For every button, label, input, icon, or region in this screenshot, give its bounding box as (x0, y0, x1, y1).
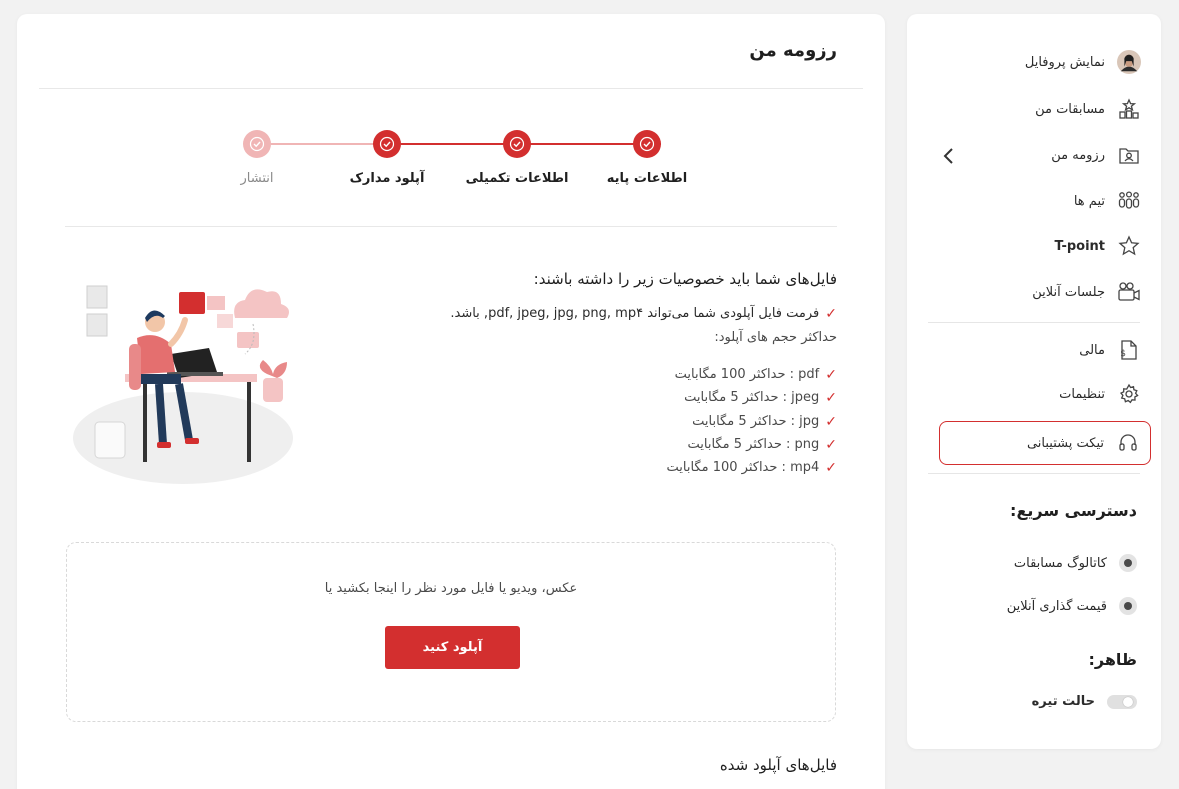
competition-icon (1117, 97, 1141, 121)
stepper-divider (65, 226, 837, 227)
check-icon: ✓ (825, 389, 837, 406)
sidebar-item-label: نمایش پروفایل (1024, 54, 1105, 70)
step-1-check-icon (633, 130, 661, 158)
star-icon (1117, 234, 1141, 258)
upload-button[interactable]: آپلود کنید (385, 626, 520, 669)
appearance-title: ظاهر: (1088, 650, 1137, 669)
requirements-heading: فایل‌های شما باید خصوصیات زیر را داشته ب… (533, 270, 837, 288)
check-icon: ✓ (825, 305, 837, 322)
page-title: رزومه من (749, 40, 837, 61)
quick-access-title: دسترسی سریع: (1010, 501, 1137, 520)
sidebar-item-competitions[interactable]: مسابقات من (939, 89, 1151, 129)
size-limit-item: ✓ png : حداکثر 5 مگابایت (687, 437, 837, 452)
headset-icon (1116, 431, 1140, 455)
dark-mode-toggle[interactable] (1107, 694, 1137, 709)
step-1-label: اطلاعات پایه (606, 171, 688, 186)
size-limit-text: jpeg : حداکثر 5 مگابایت (684, 390, 820, 405)
step-2-label: اطلاعات تکمیلی (465, 171, 569, 186)
size-limits-heading: حداکثر حجم های آپلود: (714, 330, 837, 345)
sidebar-item-online-sessions[interactable]: جلسات آنلاین (939, 272, 1151, 312)
radio-icon (1119, 597, 1137, 615)
step-4-label: انتشار (240, 171, 274, 186)
finance-icon: $ (1117, 338, 1141, 362)
size-limit-item: ✓ jpg : حداکثر 5 مگابایت (692, 414, 837, 429)
sidebar-item-finance[interactable]: $ مالی (939, 330, 1151, 370)
file-dropzone[interactable]: عکس، ویدیو یا فایل مورد نظر را اینجا بکش… (66, 542, 836, 722)
avatar (1117, 50, 1141, 74)
check-icon: ✓ (825, 413, 837, 430)
video-icon (1117, 280, 1141, 304)
sidebar-item-label: تنظیمات (1059, 386, 1105, 402)
check-icon: ✓ (825, 366, 837, 383)
dark-mode-label: حالت تیره (1031, 694, 1095, 709)
uploaded-files-title: فایل‌های آپلود شده (719, 756, 837, 774)
check-icon: ✓ (825, 436, 837, 453)
sidebar-divider (928, 473, 1140, 474)
sidebar-item-label: تیکت پشتیبانی (1026, 435, 1104, 451)
size-limit-text: pdf : حداکثر 100 مگابایت (674, 367, 820, 382)
sidebar-item-teams[interactable]: تیم ها (939, 181, 1151, 221)
sidebar-item-label: مالی (1079, 342, 1105, 358)
sidebar-item-label: تیم ها (1073, 193, 1105, 209)
sidebar-item-label: مسابقات من (1035, 101, 1105, 117)
format-requirement-text: فرمت فایل آپلودی شما می‌تواند pdf, jpeg,… (450, 306, 820, 321)
quick-access-catalog[interactable]: کاتالوگ مسابقات (1014, 554, 1137, 572)
step-3-label: آپلود مدارک (349, 171, 425, 186)
step-3-check-icon (373, 130, 401, 158)
resume-card: رزومه من اطلاعات پایه اطلاعات تکمیلی آپل… (17, 14, 885, 789)
sidebar-item-resume[interactable]: رزومه من (939, 135, 1151, 175)
sidebar: نمایش پروفایل مسابقات من رزومه من تیم ها… (907, 14, 1161, 749)
sidebar-item-settings[interactable]: تنظیمات (939, 374, 1151, 414)
size-limit-item: ✓ jpeg : حداکثر 5 مگابایت (684, 390, 837, 405)
size-limit-item: ✓ mp4 : حداکثر 100 مگابایت (667, 460, 838, 475)
sidebar-item-label: T-point (1054, 238, 1105, 254)
sidebar-item-support-ticket[interactable]: تیکت پشتیبانی (939, 421, 1151, 465)
size-limit-item: ✓ pdf : حداکثر 100 مگابایت (675, 367, 837, 382)
dark-mode-row: حالت تیره (1032, 694, 1137, 709)
quick-access-pricing[interactable]: قیمت گذاری آنلاین (1007, 597, 1137, 615)
check-icon: ✓ (825, 459, 837, 476)
sidebar-item-profile[interactable]: نمایش پروفایل (939, 42, 1151, 82)
quick-access-label: کاتالوگ مسابقات (1013, 555, 1107, 571)
step-4-check-icon (243, 130, 271, 158)
radio-icon (1119, 554, 1137, 572)
upload-illustration (67, 264, 299, 494)
gear-icon (1117, 382, 1141, 406)
sidebar-item-tpoint[interactable]: T-point (939, 226, 1151, 266)
progress-stepper: اطلاعات پایه اطلاعات تکمیلی آپلود مدارک … (217, 128, 697, 198)
size-limit-text: png : حداکثر 5 مگابایت (687, 437, 820, 452)
sidebar-item-label: رزومه من (1051, 147, 1105, 163)
quick-access-label: قیمت گذاری آنلاین (1006, 598, 1107, 614)
dropzone-text: عکس، ویدیو یا فایل مورد نظر را اینجا بکش… (324, 581, 578, 596)
size-limit-text: jpg : حداکثر 5 مگابایت (692, 414, 820, 429)
format-requirement: ✓ فرمت فایل آپلودی شما می‌تواند pdf, jpe… (450, 306, 837, 321)
sidebar-item-label: جلسات آنلاین (1032, 284, 1105, 300)
team-icon (1117, 189, 1141, 213)
step-2-check-icon (503, 130, 531, 158)
title-divider (39, 88, 863, 89)
resume-icon (1117, 143, 1141, 167)
svg-text:$: $ (1120, 349, 1126, 359)
chevron-left-icon[interactable] (937, 144, 961, 168)
size-limit-text: mp4 : حداکثر 100 مگابایت (666, 460, 820, 475)
sidebar-divider (928, 322, 1140, 323)
